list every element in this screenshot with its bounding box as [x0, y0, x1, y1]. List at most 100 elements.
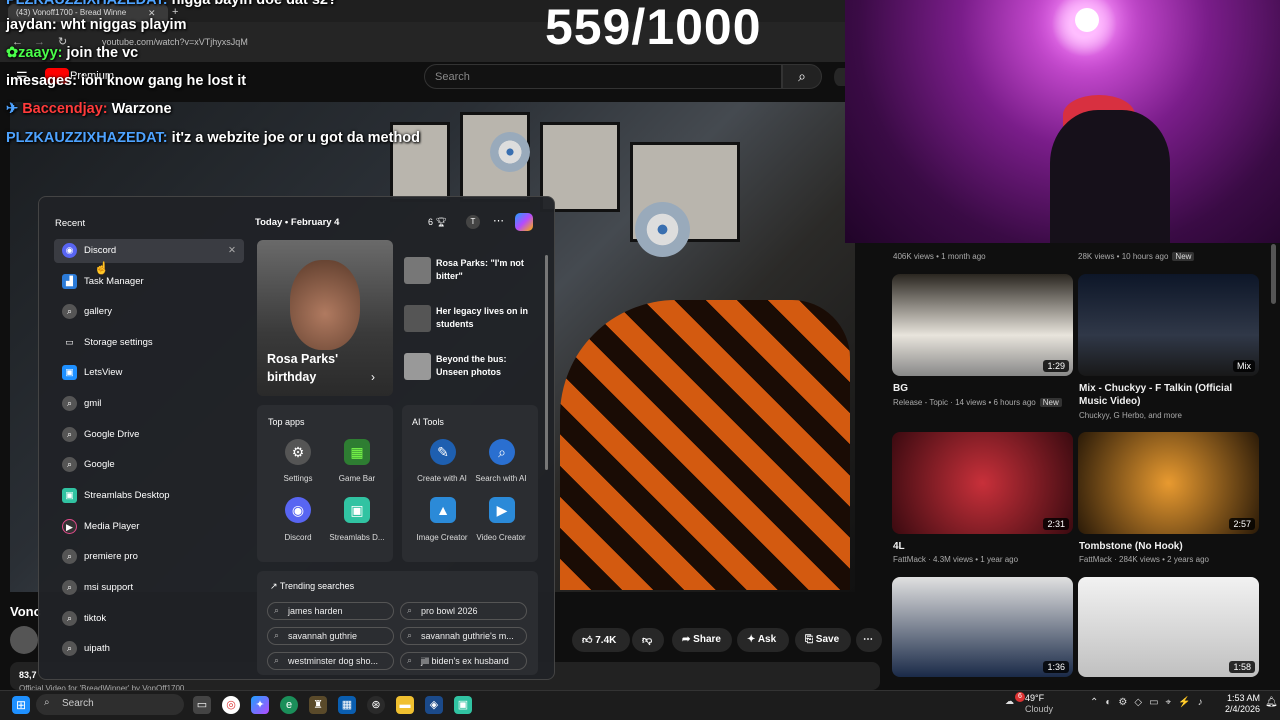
- recent-item[interactable]: ⌕ Google Drive: [54, 423, 244, 447]
- recent-item[interactable]: ⌕ msi support: [54, 576, 244, 600]
- image-creator-icon[interactable]: ▲: [430, 497, 456, 523]
- dislike-button[interactable]: 👎︎: [632, 628, 664, 652]
- ceiling-light: [1075, 8, 1099, 32]
- more-actions-button[interactable]: ⋯: [856, 628, 882, 652]
- save-button[interactable]: ⎘ Save: [795, 628, 851, 652]
- recent-item[interactable]: ⌕ premiere pro: [54, 545, 244, 569]
- recent-item[interactable]: ⌕ gallery: [54, 300, 244, 324]
- search-button[interactable]: ⌕: [782, 64, 822, 89]
- rec-thumbnail[interactable]: Mix: [1078, 274, 1259, 376]
- copilot-icon[interactable]: [515, 213, 533, 231]
- store-icon[interactable]: ▦: [338, 696, 356, 714]
- search-icon: ⌕: [62, 396, 77, 411]
- clock[interactable]: 1:53 AM 2/4/2026: [1200, 693, 1260, 715]
- game-app-icon[interactable]: ♜: [309, 696, 327, 714]
- search-with-ai-icon[interactable]: ⌕: [489, 439, 515, 465]
- duration-badge: Mix: [1233, 360, 1255, 372]
- trending-item[interactable]: ⌕ james harden: [267, 602, 394, 620]
- trending-item[interactable]: ⌕ savannah guthrie: [267, 627, 394, 645]
- trending-item[interactable]: ⌕ pro bowl 2026: [400, 602, 527, 620]
- trending-item[interactable]: ⌕ westminster dog sho...: [267, 652, 394, 670]
- chat-line: ✈ Baccendjay: Warzone: [6, 101, 172, 117]
- edge-icon[interactable]: e: [280, 696, 298, 714]
- video-creator-icon[interactable]: ▶: [489, 497, 515, 523]
- like-button[interactable]: 👍︎ 7.4K: [572, 628, 630, 652]
- trending-item[interactable]: ⌕ savannah guthrie's m...: [400, 627, 527, 645]
- rec-thumbnail[interactable]: 1:29: [892, 274, 1073, 376]
- channel-avatar[interactable]: [10, 626, 38, 654]
- close-icon[interactable]: ✕: [228, 245, 236, 256]
- streamlabs-icon[interactable]: ▣: [454, 696, 472, 714]
- search-icon: ⌕: [44, 697, 50, 708]
- discord-icon: ◉: [62, 243, 77, 258]
- news-item[interactable]: Her legacy lives on in students: [436, 305, 531, 331]
- ask-button[interactable]: ✦ Ask: [737, 628, 789, 652]
- chat-message: join the vc: [66, 45, 139, 61]
- task-view-icon[interactable]: ▭: [193, 696, 211, 714]
- share-button[interactable]: ➦ Share: [672, 628, 732, 652]
- chrome-icon[interactable]: ◎: [222, 696, 240, 714]
- recent-item[interactable]: ▟ Task Manager: [54, 270, 244, 294]
- video-title: Vonc: [10, 604, 41, 619]
- rec-thumbnail[interactable]: 2:57: [1078, 432, 1259, 534]
- clock-time: 1:53 AM: [1226, 693, 1260, 703]
- tab-title: (43) Vonoff1700 - Bread Winne: [16, 8, 127, 17]
- recent-item[interactable]: ▣ Streamlabs Desktop: [54, 484, 244, 508]
- share-label: Share: [693, 634, 721, 645]
- trending-item[interactable]: ⌕ jill biden's ex husband: [400, 652, 527, 670]
- rec-title[interactable]: BG: [893, 382, 1058, 395]
- copilot-icon[interactable]: ✦: [251, 696, 269, 714]
- ask-label: Ask: [757, 634, 777, 645]
- duration-badge: 2:57: [1229, 518, 1255, 530]
- gamebar-icon[interactable]: ▦: [344, 439, 370, 465]
- youtube-search-input[interactable]: Search: [424, 64, 782, 89]
- recent-item[interactable]: ▣ LetsView: [54, 361, 244, 385]
- rec-thumbnail[interactable]: 1:58: [1078, 577, 1259, 677]
- search-icon: ⌕: [62, 549, 77, 564]
- more-icon[interactable]: ⋯: [493, 214, 504, 227]
- rec-thumbnail[interactable]: 1:36: [892, 577, 1073, 677]
- app-label: Search with AI: [475, 474, 527, 483]
- mic-icon[interactable]: [834, 68, 845, 86]
- news-thumb: [404, 353, 431, 380]
- hero-card[interactable]: Rosa Parks' birthday ›: [257, 240, 393, 396]
- chat-line: ✿zaayy: join the vc: [6, 45, 138, 61]
- chat-line: PLZKAUZZIXHAZEDAT: it'z a webzite joe or…: [6, 130, 420, 146]
- tray-icons[interactable]: ⌃◐⚙◇▭⌖⚡♪: [1090, 697, 1210, 708]
- notifications-icon[interactable]: 🔔︎: [1265, 697, 1278, 708]
- news-item[interactable]: Beyond the bus: Unseen photos: [436, 353, 531, 379]
- recent-item[interactable]: ⌕ Google: [54, 453, 244, 477]
- create-with-ai-icon[interactable]: ✎: [430, 439, 456, 465]
- user-avatar[interactable]: T: [466, 215, 480, 229]
- start-menu-scrollbar[interactable]: [545, 255, 548, 470]
- news-item[interactable]: Rosa Parks: "I'm not bitter": [436, 257, 531, 283]
- record-disc: [490, 132, 530, 172]
- chat-message: nigga bayin doe dat s2?: [171, 0, 337, 8]
- notification-badge[interactable]: 6: [1015, 692, 1025, 702]
- rec-title[interactable]: Tombstone (No Hook): [1079, 540, 1183, 553]
- recent-item[interactable]: ▭ Storage settings: [54, 331, 244, 355]
- rec-thumbnail[interactable]: 2:31: [892, 432, 1073, 534]
- rec-title[interactable]: 4L: [893, 540, 905, 553]
- chat-message: ion know gang he lost it: [80, 73, 247, 89]
- settings-icon[interactable]: ⚙: [285, 439, 311, 465]
- streamlabs-icon[interactable]: ▣: [344, 497, 370, 523]
- recent-item[interactable]: ⌕ tiktok: [54, 607, 244, 631]
- recent-item[interactable]: ⌕ gmil: [54, 392, 244, 416]
- recent-item[interactable]: ◉ Discord ✕: [54, 239, 244, 263]
- windows-start-icon[interactable]: ⊞: [12, 696, 30, 714]
- taskbar-search[interactable]: ⌕ Search: [36, 694, 184, 715]
- discord-icon[interactable]: ◉: [285, 497, 311, 523]
- thumbs-up-icon: 👍︎: [582, 635, 593, 646]
- rewards-points[interactable]: 6 🏆︎: [428, 217, 447, 228]
- rec-title[interactable]: Mix - Chuckyy - F Talkin (Official Music…: [1079, 382, 1249, 408]
- scrollbar[interactable]: [1271, 244, 1276, 304]
- recent-item[interactable]: ▶ Media Player: [54, 515, 244, 539]
- file-explorer-icon[interactable]: ▬: [396, 696, 414, 714]
- recent-item[interactable]: ⌕ uipath: [54, 637, 244, 661]
- letsview-icon: ▣: [62, 365, 77, 380]
- xbox-icon[interactable]: ⊛: [367, 696, 385, 714]
- steam-icon[interactable]: ◈: [425, 696, 443, 714]
- streamer: [1050, 110, 1170, 243]
- record-disc: [635, 202, 690, 257]
